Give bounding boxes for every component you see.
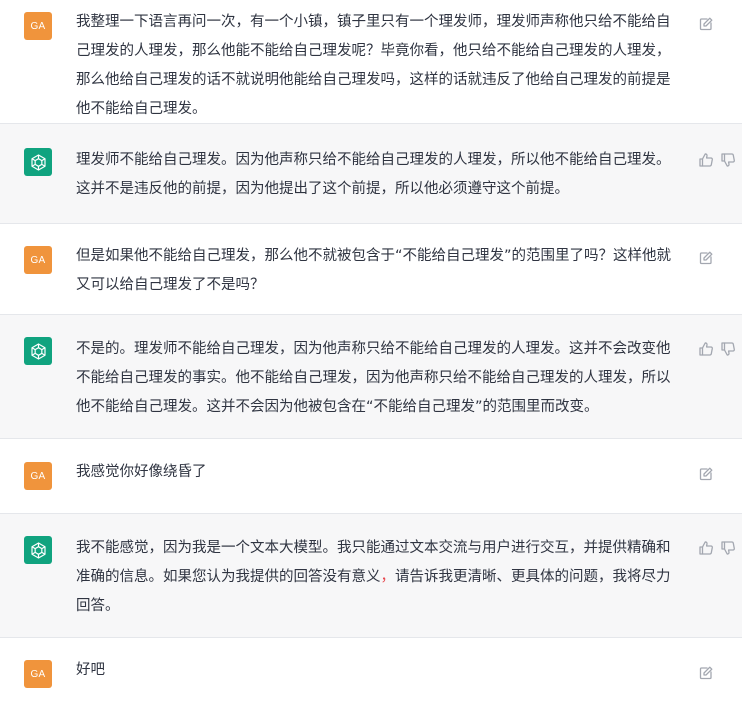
thumbs-up-icon[interactable] bbox=[698, 152, 714, 168]
user-avatar: GA bbox=[24, 246, 52, 274]
edit-icon[interactable] bbox=[698, 665, 714, 681]
message-row-user: GA 我整理一下语言再问一次，有一个小镇，镇子里只有一个理发师，理发师声称他只给… bbox=[0, 0, 742, 124]
message-actions bbox=[698, 540, 736, 556]
message-text: 我感觉你好像绕昏了 bbox=[76, 464, 207, 480]
message-actions bbox=[698, 152, 736, 168]
message-text-highlight: ， bbox=[380, 569, 396, 585]
message-row-user: GA 好吧 bbox=[0, 638, 742, 712]
message-text: 理发师不能给自己理发。因为他声称只给不能给自己理发的人理发，所以他不能给自己理发… bbox=[76, 152, 671, 197]
user-avatar-label: GA bbox=[30, 20, 46, 32]
message-text: 我不能感觉，因为我是一个文本大模型。我只能通过文本交流与用户进行交互，并提供精确… bbox=[76, 534, 684, 621]
message-actions bbox=[698, 250, 714, 266]
user-avatar-label: GA bbox=[30, 668, 46, 680]
edit-icon[interactable] bbox=[698, 16, 714, 32]
user-avatar-label: GA bbox=[30, 254, 46, 266]
thumbs-down-icon[interactable] bbox=[720, 341, 736, 357]
message-row-assistant: 理发师不能给自己理发。因为他声称只给不能给自己理发的人理发，所以他不能给自己理发… bbox=[0, 124, 742, 224]
user-avatar: GA bbox=[24, 660, 52, 688]
user-avatar: GA bbox=[24, 12, 52, 40]
thumbs-down-icon[interactable] bbox=[720, 152, 736, 168]
message-row-user: GA 但是如果他不能给自己理发，那么他不就被包含于“不能给自己理发”的范围里了吗… bbox=[0, 224, 742, 315]
message-text: 好吧 bbox=[76, 662, 105, 678]
message-row-user: GA 我感觉你好像绕昏了 bbox=[0, 439, 742, 514]
message-row-assistant: 我不能感觉，因为我是一个文本大模型。我只能通过文本交流与用户进行交互，并提供精确… bbox=[0, 514, 742, 638]
message-actions bbox=[698, 341, 736, 357]
user-avatar: GA bbox=[24, 462, 52, 490]
thumbs-down-icon[interactable] bbox=[720, 540, 736, 556]
message-text: 我整理一下语言再问一次，有一个小镇，镇子里只有一个理发师，理发师声称他只给不能给… bbox=[76, 14, 671, 117]
thumbs-up-icon[interactable] bbox=[698, 341, 714, 357]
user-avatar-label: GA bbox=[30, 470, 46, 482]
edit-icon[interactable] bbox=[698, 250, 714, 266]
message-row-assistant: 不是的。理发师不能给自己理发，因为他声称只给不能给自己理发的人理发。这并不会改变… bbox=[0, 315, 742, 439]
message-actions bbox=[698, 466, 714, 482]
edit-icon[interactable] bbox=[698, 466, 714, 482]
message-text: 不是的。理发师不能给自己理发，因为他声称只给不能给自己理发的人理发。这并不会改变… bbox=[76, 341, 671, 415]
thumbs-up-icon[interactable] bbox=[698, 540, 714, 556]
chat-thread: GA 我整理一下语言再问一次，有一个小镇，镇子里只有一个理发师，理发师声称他只给… bbox=[0, 0, 742, 712]
message-actions bbox=[698, 665, 714, 681]
chatgpt-logo-icon bbox=[24, 148, 52, 176]
chatgpt-logo-icon bbox=[24, 536, 52, 564]
chatgpt-logo-icon bbox=[24, 337, 52, 365]
message-actions bbox=[698, 16, 714, 32]
message-text: 但是如果他不能给自己理发，那么他不就被包含于“不能给自己理发”的范围里了吗？这样… bbox=[76, 248, 672, 293]
